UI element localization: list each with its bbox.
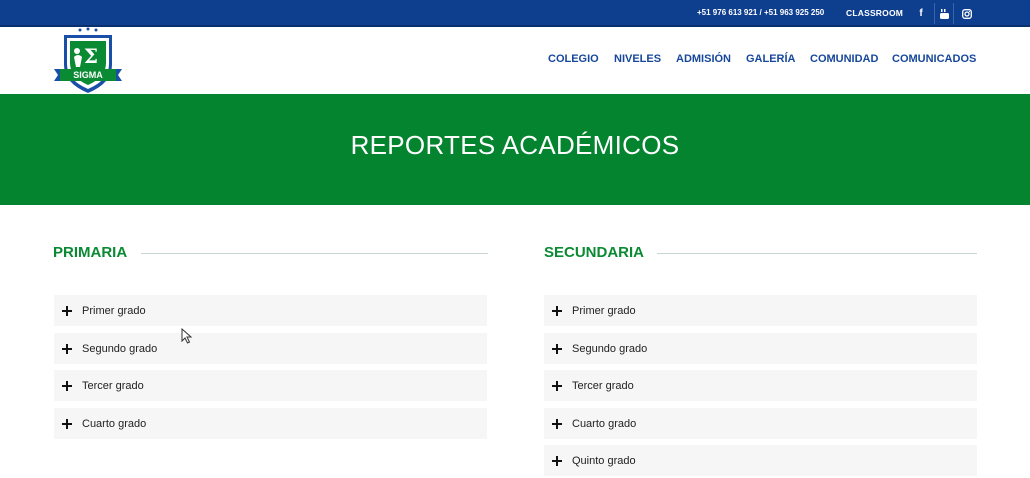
page-banner: REPORTES ACADÉMICOS — [0, 94, 1030, 205]
youtube-icon[interactable] — [934, 3, 954, 24]
plus-icon — [552, 380, 562, 391]
page-title: REPORTES ACADÉMICOS — [350, 130, 680, 160]
plus-icon — [62, 380, 72, 391]
primaria-divider — [141, 253, 488, 254]
nav-comunidad[interactable]: COMUNIDAD — [810, 53, 878, 65]
secundaria-item-segundo-grado[interactable]: Segundo grado — [544, 333, 977, 364]
top-bar: +51 976 613 921 / +51 963 925 250 CLASSR… — [0, 0, 1030, 27]
primaria-item-primer-grado[interactable]: Primer grado — [54, 295, 487, 326]
accordion-label: Primer grado — [572, 304, 636, 317]
accordion-label: Tercer grado — [572, 379, 634, 392]
nav-colegio[interactable]: COLEGIO — [548, 53, 599, 65]
plus-icon — [62, 343, 72, 354]
accordion-label: Cuarto grado — [572, 417, 637, 430]
plus-icon — [552, 418, 562, 429]
nav-admision[interactable]: ADMISIÓN — [676, 53, 731, 65]
accordion-label: Tercer grado — [82, 379, 144, 392]
phone-numbers[interactable]: +51 976 613 921 / +51 963 925 250 — [697, 8, 824, 17]
nav-comunicados[interactable]: COMUNICADOS — [892, 53, 976, 65]
accordion-label: Primer grado — [82, 304, 146, 317]
secundaria-item-primer-grado[interactable]: Primer grado — [544, 295, 977, 326]
primaria-title: PRIMARIA — [53, 244, 128, 261]
accordion-label: Cuarto grado — [82, 417, 147, 430]
accordion-label: Segundo grado — [82, 342, 158, 355]
secundaria-title: SECUNDARIA — [544, 244, 645, 261]
mouse-cursor-icon — [181, 328, 193, 344]
secundaria-item-tercer-grado[interactable]: Tercer grado — [544, 370, 977, 401]
main-nav: COLEGIO NIVELES ADMISIÓN GALERÍA COMUNID… — [0, 53, 1030, 67]
secundaria-divider — [657, 253, 977, 254]
accordion-label: Quinto grado — [572, 454, 636, 467]
instagram-icon[interactable] — [957, 3, 977, 24]
secundaria-item-quinto-grado[interactable]: Quinto grado — [544, 445, 977, 476]
primaria-item-cuarto-grado[interactable]: Cuarto grado — [54, 408, 487, 439]
primaria-item-segundo-grado[interactable]: Segundo grado — [54, 333, 487, 364]
facebook-icon[interactable]: f — [911, 3, 931, 24]
site-header: Σ SIGMA COLEGIO NIVELES ADMISIÓN GALERÍA… — [0, 27, 1030, 94]
plus-icon — [62, 305, 72, 316]
classroom-link[interactable]: CLASSROOM — [846, 8, 903, 18]
nav-galeria[interactable]: GALERÍA — [746, 53, 796, 65]
plus-icon — [62, 418, 72, 429]
plus-icon — [552, 343, 562, 354]
nav-niveles[interactable]: NIVELES — [614, 53, 661, 65]
plus-icon — [552, 305, 562, 316]
secundaria-item-cuarto-grado[interactable]: Cuarto grado — [544, 408, 977, 439]
primaria-item-tercer-grado[interactable]: Tercer grado — [54, 370, 487, 401]
plus-icon — [552, 455, 562, 466]
logo-text: SIGMA — [73, 70, 103, 80]
accordion-label: Segundo grado — [572, 342, 648, 355]
